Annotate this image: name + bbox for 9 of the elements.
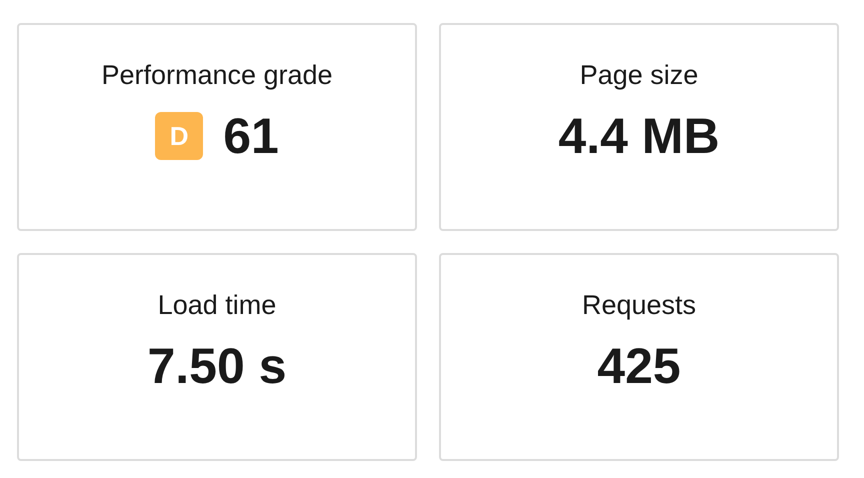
metric-value: 7.50 s [147,337,286,396]
metric-label: Load time [158,289,276,322]
metric-value: 425 [597,337,681,396]
grade-badge: D [155,112,204,160]
metric-value: 4.4 MB [558,107,720,166]
metric-label: Performance grade [101,59,333,92]
metric-value: 61 [223,107,279,166]
metric-label: Page size [580,59,698,92]
metric-label: Requests [582,289,696,322]
